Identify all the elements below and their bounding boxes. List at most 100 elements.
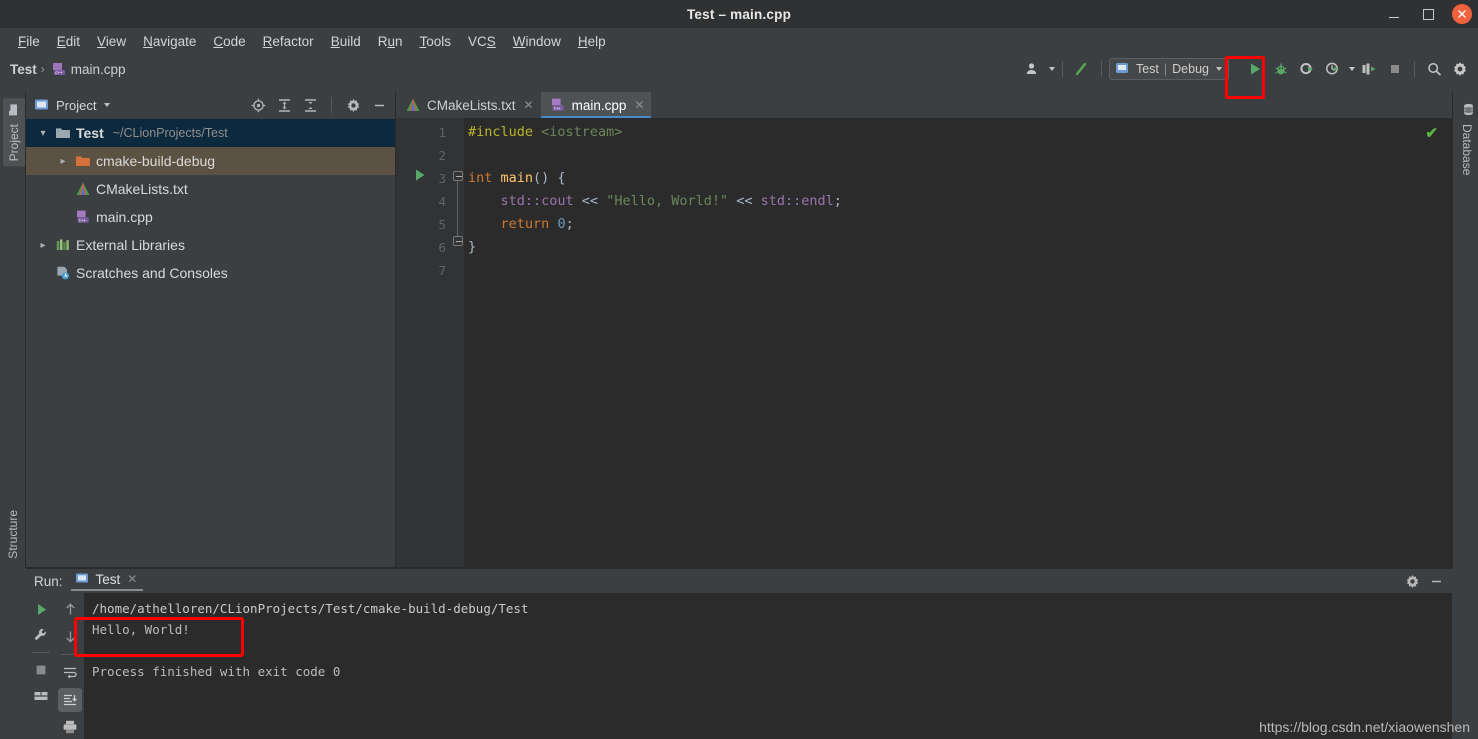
menu-item-window[interactable]: Window [505, 32, 569, 51]
scroll-to-end-button[interactable] [58, 688, 82, 712]
menu-item-edit[interactable]: Edit [49, 32, 88, 51]
tree-item-main-cpp[interactable]: c++ main.cpp [26, 203, 395, 231]
menu-item-refactor[interactable]: Refactor [255, 32, 322, 51]
inspection-status-badge: ✔ [1425, 124, 1438, 142]
run-with-coverage-button[interactable] [1295, 57, 1319, 81]
console-line: /home/athelloren/CLionProjects/Test/cmak… [92, 598, 1452, 619]
profile-button[interactable] [1321, 57, 1345, 81]
menu-item-tools[interactable]: Tools [412, 32, 460, 51]
menu-item-code[interactable]: Code [205, 32, 253, 51]
code-token: #include [468, 124, 541, 140]
menu-item-build[interactable]: Build [323, 32, 369, 51]
search-button[interactable] [1422, 57, 1446, 81]
run-config-separator: | [1164, 62, 1167, 76]
code-folding-column[interactable] [452, 118, 464, 568]
close-button[interactable] [1452, 4, 1472, 24]
chevron-down-icon[interactable]: ▾ [36, 128, 50, 139]
next-occurrence-button[interactable] [58, 624, 82, 648]
svg-text:c++: c++ [79, 218, 87, 223]
menu-item-help[interactable]: Help [570, 32, 614, 51]
project-header-separator [331, 97, 332, 113]
code-token: std::endl [761, 193, 834, 209]
line-number: 1 [396, 121, 452, 144]
soft-wrap-button[interactable] [58, 661, 82, 685]
print-button[interactable] [58, 715, 82, 739]
run-tab-test[interactable]: Test ✕ [71, 571, 144, 591]
minimize-button[interactable] [1384, 4, 1404, 24]
console-output[interactable]: /home/athelloren/CLionProjects/Test/cmak… [84, 593, 1452, 739]
sidebar-item-project[interactable]: Project [3, 98, 25, 166]
code-token: ; [566, 216, 574, 232]
profile-dropdown-caret-icon[interactable] [1349, 67, 1355, 71]
menu-item-view[interactable]: View [89, 32, 134, 51]
run-configuration-selector[interactable]: Test | Debug [1109, 58, 1229, 80]
build-button[interactable] [1070, 57, 1094, 81]
scratches-icon [55, 265, 71, 281]
title-bar: Test – main.cpp [0, 0, 1478, 28]
chevron-right-icon[interactable]: ▸ [56, 156, 70, 167]
maximize-button[interactable] [1418, 4, 1438, 24]
attach-to-process-button[interactable] [1357, 57, 1381, 81]
vcs-dropdown-caret-icon[interactable] [1049, 67, 1055, 71]
tree-item-cmake-build-debug[interactable]: ▸cmake-build-debug [26, 147, 395, 175]
stop-process-button[interactable] [29, 658, 53, 682]
sidebar-item-structure[interactable]: Structure [3, 505, 23, 564]
stop-button[interactable] [1383, 57, 1407, 81]
locate-target-button[interactable] [248, 95, 268, 115]
svg-text:c++: c++ [553, 106, 561, 111]
project-tree: ▾Test~/CLionProjects/Test▸cmake-build-de… [26, 118, 395, 568]
run-config-caret-icon[interactable] [1216, 67, 1222, 71]
vcs-person-button[interactable] [1021, 57, 1045, 81]
chevron-right-icon[interactable]: ▸ [36, 240, 50, 251]
scroll-to-end-icon [62, 692, 78, 708]
tree-item-test[interactable]: ▾Test~/CLionProjects/Test [26, 119, 395, 147]
console-line [92, 640, 1452, 661]
run-settings-button[interactable] [1402, 571, 1422, 591]
code-text[interactable]: #include <iostream> int main() { std::co… [464, 118, 1452, 568]
code-line [468, 144, 1452, 167]
project-minimize-button[interactable] [369, 95, 389, 115]
tree-item-external-libraries[interactable]: ▸External Libraries [26, 231, 395, 259]
collapse-all-button[interactable] [300, 95, 320, 115]
breadcrumb-project[interactable]: Test [10, 62, 37, 77]
gear-icon [346, 98, 361, 113]
run-button[interactable] [1243, 57, 1267, 81]
svg-text:c++: c++ [55, 70, 63, 75]
expand-all-button[interactable] [274, 95, 294, 115]
breadcrumb-file[interactable]: main.cpp [71, 62, 126, 77]
prev-occurrence-button[interactable] [58, 597, 82, 621]
menu-item-vcs[interactable]: VCS [460, 32, 504, 51]
layout-icon [33, 688, 49, 704]
debug-button[interactable] [1269, 57, 1293, 81]
menu-item-navigate[interactable]: Navigate [135, 32, 204, 51]
settings-button[interactable] [1448, 57, 1472, 81]
layout-button[interactable] [29, 684, 53, 708]
fold-collapse-end-icon[interactable] [453, 236, 463, 246]
breadcrumb: Test › c++ main.cpp [10, 61, 126, 77]
run-tab-close-icon[interactable]: ✕ [127, 572, 137, 586]
project-panel-header: Project [26, 92, 395, 118]
settings-gear-icon [1452, 61, 1468, 77]
run-minimize-button[interactable] [1426, 571, 1446, 591]
project-panel-caret-icon[interactable] [104, 103, 110, 107]
editor-tab-cmakelists-txt[interactable]: CMakeLists.txt✕ [396, 92, 541, 118]
editor-tab-main-cpp[interactable]: c++main.cpp✕ [541, 92, 652, 118]
toolbar-separator [1062, 61, 1063, 77]
code-token: } [468, 239, 476, 255]
attach-to-process-icon [1361, 61, 1377, 77]
fold-collapse-start-icon[interactable] [453, 171, 463, 181]
tree-item-scratches-and-consoles[interactable]: Scratches and Consoles [26, 259, 395, 287]
rerun-button[interactable] [29, 597, 53, 621]
run-configure-button[interactable] [29, 623, 53, 647]
tree-item-cmakelists-txt[interactable]: CMakeLists.txt [26, 175, 395, 203]
sidebar-item-database[interactable]: Database [1456, 98, 1478, 180]
editor-tab-close-icon[interactable]: ✕ [524, 98, 534, 112]
database-icon [1459, 103, 1475, 119]
menu-item-file[interactable]: File [10, 32, 48, 51]
project-settings-button[interactable] [343, 95, 363, 115]
editor-tab-close-icon[interactable]: ✕ [634, 98, 644, 112]
editor-gutter[interactable]: 1234567 [396, 118, 452, 568]
menu-item-run[interactable]: Run [370, 32, 411, 51]
code-editor[interactable]: 1234567 #include <iostream> int main() {… [396, 118, 1452, 568]
tree-item-label: main.cpp [96, 209, 153, 225]
